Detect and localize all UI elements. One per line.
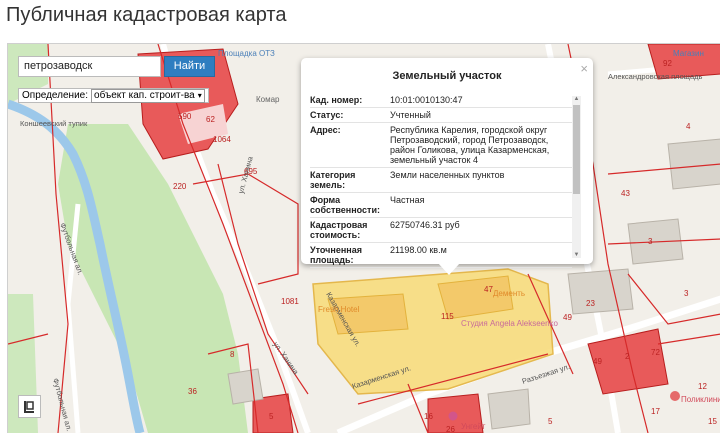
info-key: Категория земель:	[310, 170, 356, 190]
parcel-label: 23	[586, 299, 595, 308]
parcel-label: 15	[708, 417, 717, 426]
poi-label: Унгейт	[461, 422, 486, 431]
info-key: Уточненная площадь:	[310, 245, 362, 265]
parcel-label: 5	[548, 417, 553, 426]
parcel-label: 49	[563, 313, 572, 322]
scroll-up-icon[interactable]: ▲	[572, 96, 581, 102]
parcel-label: 220	[173, 182, 187, 191]
info-key: Кад. номер:	[310, 95, 363, 105]
parcel-label: 16	[424, 412, 433, 421]
definition-selected: объект кап. строит-ва	[94, 90, 195, 101]
info-key: Статус:	[310, 110, 344, 120]
search-input[interactable]: петрозаводск	[18, 56, 161, 77]
info-row-category: Категория земель: Земли населенных пункт…	[310, 168, 572, 193]
parcel-label: 1064	[213, 135, 231, 144]
layers-icon	[24, 401, 34, 413]
info-key: Кадастровая стоимость:	[310, 220, 368, 240]
parcel-info-table: Кад. номер: 10:01:0010130:47 Статус: Учт…	[310, 93, 572, 268]
page-title: Публичная кадастровая карта	[6, 4, 287, 26]
info-value: Земли населенных пунктов	[390, 170, 505, 180]
poi-label: Поликлиника № 2	[681, 395, 720, 404]
popup-scrollbar[interactable]: ▲ ▼	[572, 96, 581, 258]
info-row-ownership: Форма собственности: Частная	[310, 193, 572, 218]
parcel-label: 590	[178, 112, 192, 121]
parcel-label: 115	[441, 312, 454, 321]
shop-icon	[448, 411, 458, 421]
street-label: Александровская площадь	[608, 72, 703, 81]
parcel-info-popup: × Земельный участок Кад. номер: 10:01:00…	[301, 58, 593, 268]
parcel-label: 3	[648, 237, 653, 246]
info-value: Республика Карелия, городской округ Петр…	[390, 125, 550, 165]
parcel-label: 2	[625, 352, 630, 361]
info-value: 62750746.31 руб	[390, 220, 460, 230]
info-key: Адрес:	[310, 125, 341, 135]
layers-button[interactable]	[18, 395, 41, 418]
parcel-label: 5	[269, 412, 274, 421]
info-value: Частная	[390, 195, 425, 205]
parcel-label: 1081	[281, 297, 299, 306]
info-value: Учтенный	[390, 110, 431, 120]
definition-label: Определение:	[22, 89, 89, 101]
poi-label: Магазин	[673, 49, 704, 58]
info-value: 10:01:0010130:47	[390, 95, 463, 105]
parcel-label: 36	[188, 387, 197, 396]
poi-label: Дементь	[493, 289, 525, 298]
search-button[interactable]: Найти	[164, 56, 215, 77]
info-value: 21198.00 кв.м	[390, 245, 447, 255]
parcel-label: 3	[684, 289, 689, 298]
parcel-label: 62	[206, 115, 215, 124]
poi-label: Fresh Hotel	[318, 305, 360, 314]
info-row-address: Адрес: Республика Карелия, городской окр…	[310, 123, 572, 168]
popup-pointer	[438, 263, 460, 275]
info-key: Форма собственности:	[310, 195, 380, 215]
definition-panel: Определение: объект кап. строит-ва ▾	[18, 88, 209, 103]
info-row-cost: Кадастровая стоимость: 62750746.31 руб	[310, 218, 572, 243]
info-row-status: Статус: Учтенный	[310, 108, 572, 123]
hospital-icon	[670, 391, 680, 401]
parcel-label: 12	[698, 382, 707, 391]
poi-label: Площадка ОТЗ	[218, 49, 275, 58]
parcel-label: 8	[230, 350, 235, 359]
parcel-label: 17	[651, 407, 660, 416]
parcel-label: 43	[621, 189, 630, 198]
street-label: Коншеевский тупик	[20, 119, 88, 128]
parcel-label: 4	[686, 122, 691, 131]
map[interactable]: 590 62 1064 220 695 1081 8 36 43 3 23 49…	[7, 43, 720, 433]
poi-label: Студия Angela Alekseenko	[461, 319, 559, 328]
parcel-label: 49	[593, 357, 602, 366]
scroll-thumb[interactable]	[573, 105, 580, 194]
definition-select[interactable]: объект кап. строит-ва ▾	[91, 88, 205, 103]
chevron-down-icon: ▾	[197, 91, 202, 100]
parcel-label: 92	[663, 59, 672, 68]
popup-title: Земельный участок	[392, 70, 502, 82]
scroll-down-icon[interactable]: ▼	[572, 252, 581, 258]
info-row-cad-number: Кад. номер: 10:01:0010130:47	[310, 93, 572, 108]
poi-label: Комар	[256, 95, 280, 104]
parcel-label: 72	[651, 348, 660, 357]
